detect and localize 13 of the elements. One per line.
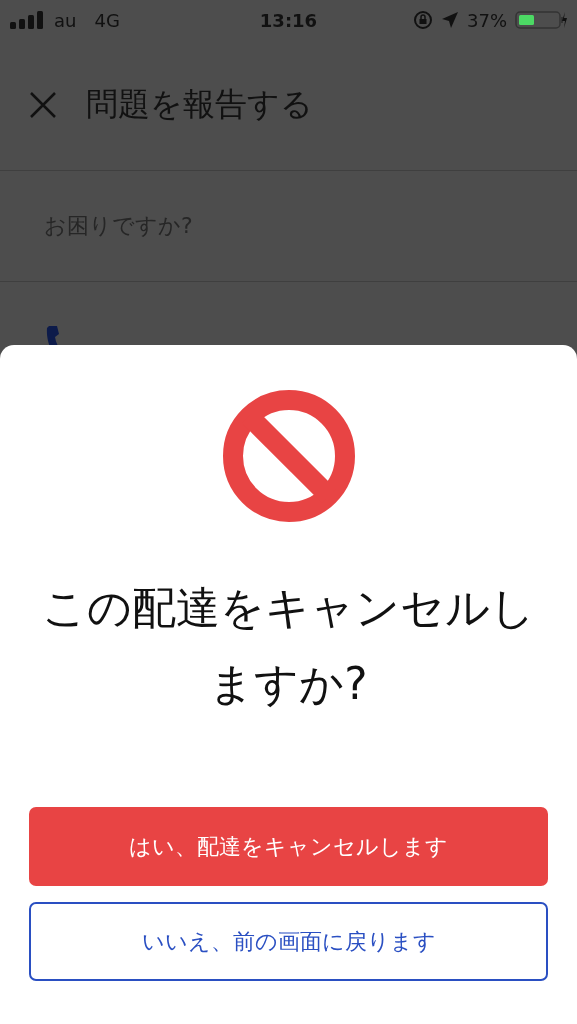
prohibited-icon (222, 390, 355, 522)
clock: 13:16 (259, 9, 318, 31)
location-arrow-icon (441, 11, 459, 29)
dialog-title: この配達をキャンセルしますか? (41, 581, 536, 711)
page-title: 問題を報告する (86, 84, 313, 125)
battery-icon (515, 10, 567, 30)
back-button[interactable]: いいえ、前の画面に戻ります (29, 902, 548, 981)
confirm-button[interactable]: はい、配達をキャンセルします (29, 807, 548, 886)
rotation-lock-icon (413, 10, 433, 30)
battery-percent: 37% (467, 9, 507, 31)
network-type: 4G (94, 9, 120, 31)
carrier-name: au (54, 9, 77, 31)
signal-icon (10, 11, 44, 29)
